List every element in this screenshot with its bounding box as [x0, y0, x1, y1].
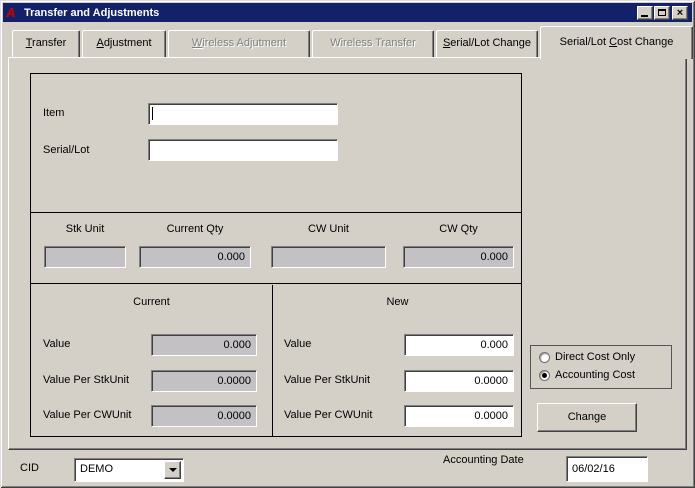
- cid-value: DEMO: [80, 463, 113, 475]
- cw-qty-field: 0.000: [403, 246, 514, 268]
- minimize-icon: [641, 15, 648, 17]
- stk-unit-header: Stk Unit: [44, 223, 126, 235]
- current-qty-field: 0.000: [139, 246, 251, 268]
- cw-unit-header: CW Unit: [271, 223, 386, 235]
- tab-serial-lot-cost-change[interactable]: Serial/Lot Cost Change: [540, 26, 693, 59]
- current-qty-header: Current Qty: [139, 223, 251, 235]
- current-title: Current: [31, 296, 272, 308]
- new-value-per-cwunit-label: Value Per CWUnit: [284, 409, 372, 421]
- new-value-input[interactable]: [404, 334, 514, 356]
- tab-adjustment[interactable]: Adjustment: [82, 30, 166, 57]
- close-icon: ×: [677, 8, 683, 18]
- item-input[interactable]: [148, 103, 338, 125]
- cw-unit-field: [271, 246, 386, 268]
- current-value-per-stkunit-label: Value Per StkUnit: [43, 374, 129, 386]
- radio-icon: [539, 370, 550, 381]
- tab-wireless-transfer: Wireless Transfer: [312, 30, 434, 57]
- window-title: Transfer and Adjustments: [24, 7, 637, 19]
- close-button[interactable]: ×: [672, 6, 688, 20]
- new-value-per-cwunit-input[interactable]: [404, 405, 514, 427]
- current-values-column: Current Value 0.000 Value Per StkUnit 0.…: [31, 285, 273, 436]
- cost-change-form-box: Item Serial/Lot Stk Unit Current Qty CW …: [30, 73, 522, 437]
- stk-unit-field: [44, 246, 126, 268]
- units-section: Stk Unit Current Qty CW Unit CW Qty 0.00…: [31, 213, 521, 284]
- chevron-down-icon: [169, 468, 177, 472]
- tab-wireless-adjutment: Wireless Adjutment: [168, 30, 310, 57]
- accounting-date-label: Accounting Date: [443, 454, 524, 466]
- item-section: Item Serial/Lot: [31, 74, 521, 213]
- text-caret: [152, 107, 153, 120]
- cid-dropdown-button[interactable]: [164, 461, 181, 479]
- values-section: Current Value 0.000 Value Per StkUnit 0.…: [31, 285, 521, 436]
- item-label: Item: [43, 107, 64, 119]
- cost-mode-group: Direct Cost Only Accounting Cost: [530, 345, 672, 389]
- transfer-and-adjustments-window: A Transfer and Adjustments × Transfer Ad…: [0, 0, 695, 488]
- new-value-per-stkunit-label: Value Per StkUnit: [284, 374, 370, 386]
- accounting-cost-radio[interactable]: Accounting Cost: [539, 369, 635, 381]
- new-values-column: New Value Value Per StkUnit Value Per CW…: [274, 285, 521, 436]
- cw-qty-header: CW Qty: [403, 223, 514, 235]
- serial-lot-input[interactable]: [148, 139, 338, 161]
- maximize-icon: [658, 9, 666, 16]
- current-value-field: 0.000: [151, 334, 257, 356]
- title-bar[interactable]: A Transfer and Adjustments ×: [3, 3, 692, 22]
- accounting-cost-label: Accounting Cost: [555, 369, 635, 381]
- serial-lot-label: Serial/Lot: [43, 144, 89, 156]
- direct-cost-only-radio[interactable]: Direct Cost Only: [539, 351, 635, 363]
- radio-icon: [539, 352, 550, 363]
- new-value-per-stkunit-input[interactable]: [404, 370, 514, 392]
- cid-dropdown[interactable]: DEMO: [74, 458, 184, 482]
- current-value-per-stkunit-field: 0.0000: [151, 370, 257, 392]
- current-value-label: Value: [43, 338, 70, 350]
- direct-cost-only-label: Direct Cost Only: [555, 351, 635, 363]
- new-value-label: Value: [284, 338, 311, 350]
- cid-label: CID: [20, 462, 39, 474]
- current-value-per-cwunit-field: 0.0000: [151, 405, 257, 427]
- minimize-button[interactable]: [637, 6, 653, 20]
- tab-serial-lot-change[interactable]: Serial/Lot Change: [436, 30, 538, 57]
- accounting-date-input[interactable]: [566, 456, 648, 482]
- change-button[interactable]: Change: [537, 403, 637, 432]
- app-icon: A: [6, 6, 20, 20]
- new-title: New: [274, 296, 521, 308]
- tab-transfer[interactable]: Transfer: [12, 30, 80, 57]
- current-value-per-cwunit-label: Value Per CWUnit: [43, 409, 131, 421]
- maximize-button[interactable]: [654, 6, 670, 20]
